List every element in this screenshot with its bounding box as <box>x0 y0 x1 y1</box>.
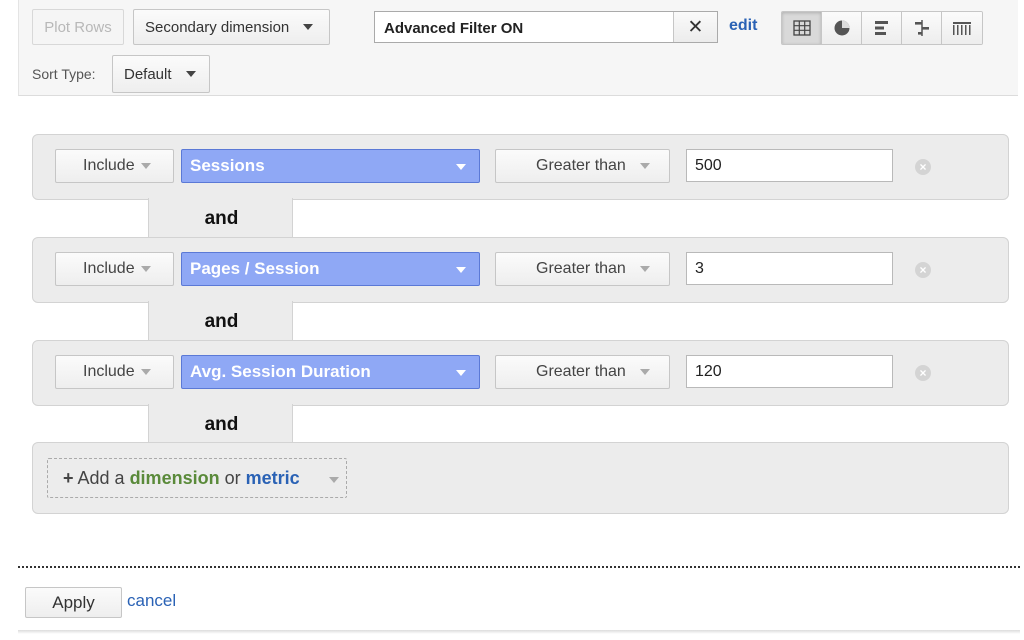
add-condition-row: + Add a dimension or metric <box>32 442 1009 514</box>
filter-condition-row: Include Avg. Session Duration Greater th… <box>32 340 1009 406</box>
operator-dropdown[interactable]: Greater than <box>495 355 670 389</box>
edit-filter-link[interactable]: edit <box>729 17 757 35</box>
include-exclude-dropdown[interactable]: Include <box>55 252 174 286</box>
sort-type-label: Sort Type: <box>32 66 96 82</box>
chevron-down-icon <box>456 164 466 170</box>
chevron-down-icon <box>639 266 650 272</box>
apply-label: Apply <box>52 592 95 612</box>
chevron-down-icon <box>140 266 151 272</box>
metric-text: metric <box>245 467 300 488</box>
remove-condition-icon[interactable]: × <box>915 159 931 175</box>
filter-condition-row: Include Pages / Session Greater than × <box>32 237 1009 303</box>
metric-selector[interactable]: Avg. Session Duration <box>181 355 480 389</box>
operator-label: Greater than <box>536 260 626 277</box>
dimension-text: dimension <box>129 467 220 488</box>
plot-rows-label: Plot Rows <box>44 18 112 36</box>
chevron-down-icon <box>140 163 151 169</box>
condition-value-input[interactable] <box>686 252 893 285</box>
and-label: and <box>204 208 239 229</box>
remove-condition-icon[interactable]: × <box>915 262 931 278</box>
performance-view-button[interactable] <box>862 12 902 44</box>
and-label: and <box>204 311 239 332</box>
divider <box>18 566 1020 568</box>
clear-filter-button[interactable]: ✕ <box>673 12 717 42</box>
and-connector: and <box>148 404 293 444</box>
condition-value-input[interactable] <box>686 149 893 182</box>
include-label: Include <box>83 260 135 277</box>
view-switcher <box>781 11 983 45</box>
secondary-dimension-dropdown[interactable]: Secondary dimension <box>133 9 330 45</box>
pie-view-button[interactable] <box>822 12 862 44</box>
table-view-icon <box>792 20 811 36</box>
metric-selector[interactable]: Sessions <box>181 149 480 183</box>
include-exclude-dropdown[interactable]: Include <box>55 355 174 389</box>
chevron-down-icon <box>140 369 151 375</box>
filter-condition-row: Include Sessions Greater than × <box>32 134 1009 200</box>
chevron-down-icon <box>329 477 339 483</box>
and-connector: and <box>148 198 293 238</box>
advanced-filter-field[interactable]: Advanced Filter ON ✕ <box>374 11 718 43</box>
chevron-down-icon <box>639 369 650 375</box>
comparison-view-button[interactable] <box>902 12 942 44</box>
chevron-down-icon <box>303 24 314 30</box>
apply-button[interactable]: Apply <box>25 587 122 618</box>
performance-view-icon <box>874 21 888 35</box>
plot-rows-button[interactable]: Plot Rows <box>32 9 124 45</box>
include-label: Include <box>83 157 135 174</box>
pie-view-icon <box>834 20 849 36</box>
close-icon: ✕ <box>687 16 704 38</box>
plus-icon: + <box>63 467 74 488</box>
filter-status-text: Advanced Filter ON <box>384 20 524 37</box>
and-label: and <box>204 414 239 435</box>
add-text: Add a <box>77 467 125 488</box>
secondary-dimension-label: Secondary dimension <box>145 18 290 36</box>
comparison-view-icon <box>914 20 929 36</box>
chevron-down-icon <box>456 370 466 376</box>
table-view-button[interactable] <box>782 12 822 44</box>
operator-dropdown[interactable]: Greater than <box>495 252 670 286</box>
metric-label: Avg. Session Duration <box>190 362 371 381</box>
cancel-link[interactable]: cancel <box>127 591 176 611</box>
pivot-view-button[interactable] <box>942 12 982 44</box>
report-toolbar: Plot Rows Secondary dimension Advanced F… <box>18 0 1018 96</box>
metric-label: Sessions <box>190 156 265 175</box>
chevron-down-icon <box>456 267 466 273</box>
panel-bottom-edge <box>18 630 1020 634</box>
operator-label: Greater than <box>536 363 626 380</box>
include-exclude-dropdown[interactable]: Include <box>55 149 174 183</box>
or-text: or <box>224 467 241 488</box>
pivot-view-icon <box>953 22 971 35</box>
include-label: Include <box>83 363 135 380</box>
operator-label: Greater than <box>536 157 626 174</box>
operator-dropdown[interactable]: Greater than <box>495 149 670 183</box>
chevron-down-icon <box>639 163 650 169</box>
chevron-down-icon <box>185 71 196 77</box>
metric-label: Pages / Session <box>190 259 320 278</box>
and-connector: and <box>148 301 293 341</box>
condition-value-input[interactable] <box>686 355 893 388</box>
sort-type-value: Default <box>124 65 172 83</box>
metric-selector[interactable]: Pages / Session <box>181 252 480 286</box>
sort-type-dropdown[interactable]: Default <box>112 55 210 93</box>
remove-condition-icon[interactable]: × <box>915 365 931 381</box>
add-dimension-or-metric-button[interactable]: + Add a dimension or metric <box>47 458 347 498</box>
